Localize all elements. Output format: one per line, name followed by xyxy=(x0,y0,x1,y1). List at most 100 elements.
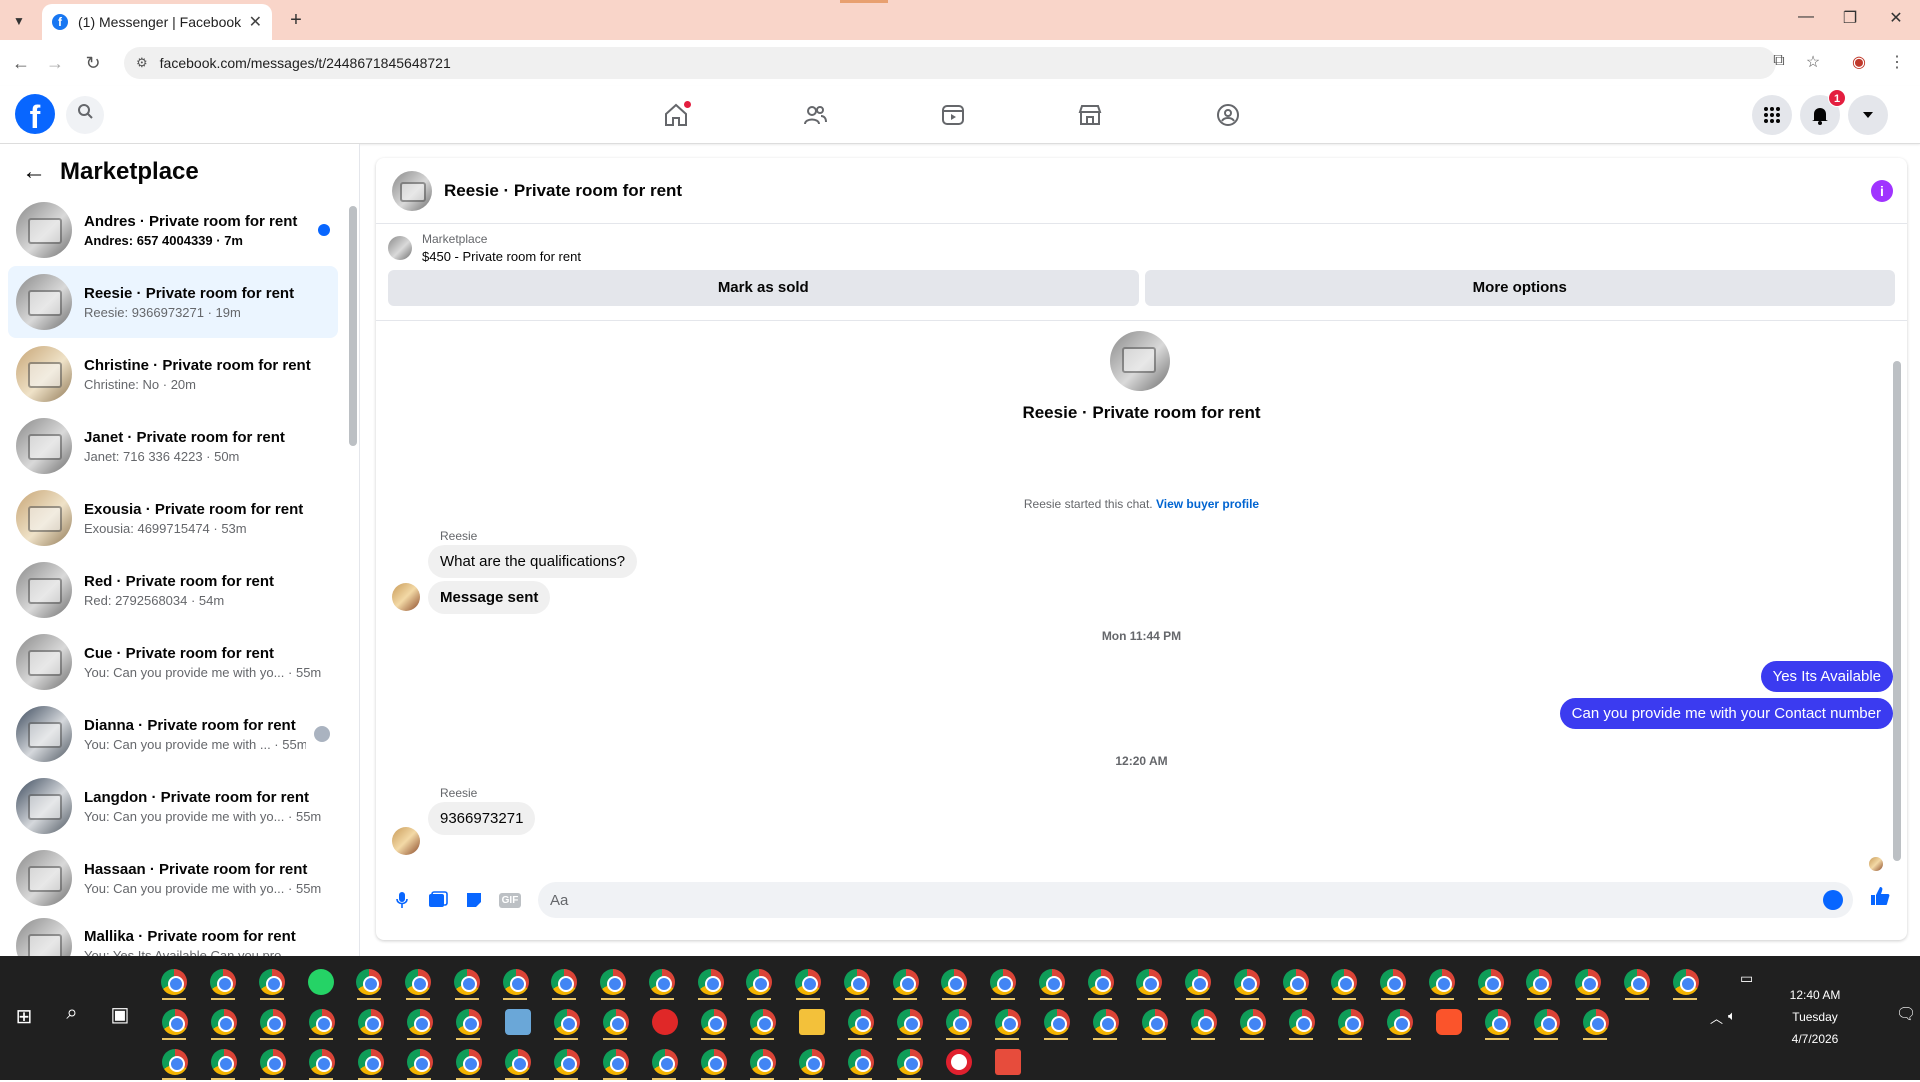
new-tab-button[interactable]: + xyxy=(282,6,310,34)
back-arrow-icon[interactable]: ← xyxy=(22,158,46,186)
view-buyer-profile-link[interactable]: View buyer profile xyxy=(1156,497,1259,511)
chrome-app-icon[interactable] xyxy=(443,962,492,1002)
chrome-app-icon[interactable] xyxy=(833,962,882,1002)
sticker-icon[interactable] xyxy=(460,886,488,914)
chrome-app-icon[interactable] xyxy=(248,962,297,1002)
media-app-icon[interactable] xyxy=(640,1002,689,1042)
install-app-icon[interactable]: ⧉ xyxy=(1768,52,1790,70)
profile-icon[interactable]: ◉ xyxy=(1848,52,1870,72)
conversation-item[interactable]: Hassaan · Private room for rent You: Can … xyxy=(8,842,338,914)
chrome-app-icon[interactable] xyxy=(395,1002,444,1042)
chrome-app-icon[interactable] xyxy=(491,962,540,1002)
facebook-logo[interactable]: f xyxy=(15,94,55,134)
chrome-app-icon[interactable] xyxy=(1032,1002,1081,1042)
close-window-button[interactable]: ✕ xyxy=(1876,8,1916,28)
search-icon[interactable]: ⌕ xyxy=(52,1002,92,1025)
chrome-app-icon[interactable] xyxy=(836,1042,885,1082)
chrome-app-icon[interactable] xyxy=(345,962,394,1002)
clock-time[interactable]: 12:40 AM xyxy=(1740,988,1890,1002)
search-icon[interactable] xyxy=(66,96,104,134)
notification-area-icon[interactable]: ▭ xyxy=(1740,970,1753,987)
outgoing-message[interactable]: Yes Its Available xyxy=(1760,661,1893,692)
tab-search-chevron-icon[interactable]: ▼ xyxy=(8,10,30,32)
chrome-app-icon[interactable] xyxy=(784,962,833,1002)
chrome-app-icon[interactable] xyxy=(1473,1002,1522,1042)
nav-friends[interactable] xyxy=(799,100,831,130)
chrome-app-icon[interactable] xyxy=(346,1042,395,1082)
chrome-app-icon[interactable] xyxy=(1028,962,1077,1002)
chrome-app-icon[interactable] xyxy=(686,962,735,1002)
chrome-app-icon[interactable] xyxy=(1326,1002,1375,1042)
chrome-app-icon[interactable] xyxy=(979,962,1028,1002)
chrome-app-icon[interactable] xyxy=(540,962,589,1002)
chrome-app-icon[interactable] xyxy=(787,1042,836,1082)
chrome-app-icon[interactable] xyxy=(1522,1002,1571,1042)
conversation-item[interactable]: Andres · Private room for rent Andres: 65… xyxy=(8,194,338,266)
chrome-app-icon[interactable] xyxy=(493,1042,542,1082)
action-center-icon[interactable]: 🗨︎ xyxy=(1896,1004,1916,1024)
forward-arrow-icon[interactable]: → xyxy=(44,52,66,74)
chrome-app-icon[interactable] xyxy=(1418,962,1467,1002)
message-input[interactable]: Aa xyxy=(538,882,1853,918)
notifications-button[interactable]: 1 xyxy=(1800,89,1846,135)
thread-scrollbar[interactable] xyxy=(1893,361,1901,861)
task-view-icon[interactable]: ▣ xyxy=(100,1002,140,1027)
chrome-app-icon[interactable] xyxy=(1375,1002,1424,1042)
reload-icon[interactable]: ↻ xyxy=(82,52,104,74)
chrome-app-icon[interactable] xyxy=(1081,1002,1130,1042)
chrome-app-icon[interactable] xyxy=(1076,962,1125,1002)
chevron-up-icon[interactable]: ︿ xyxy=(1710,1008,1723,1027)
chrome-app-icon[interactable] xyxy=(1369,962,1418,1002)
chrome-app-icon[interactable] xyxy=(1515,962,1564,1002)
thumbs-up-icon[interactable] xyxy=(1865,885,1895,915)
chrome-app-icon[interactable] xyxy=(1564,962,1613,1002)
chrome-app-icon[interactable] xyxy=(738,1002,787,1042)
chrome-app-icon[interactable] xyxy=(1571,1002,1620,1042)
volume-icon[interactable]: 🔈︎ xyxy=(1728,1008,1736,1024)
chrome-app-icon[interactable] xyxy=(689,1042,738,1082)
nav-home[interactable] xyxy=(660,100,692,130)
whatsapp-app-icon[interactable] xyxy=(296,962,345,1002)
minimize-window-button[interactable]: — xyxy=(1786,8,1826,26)
windows-start-icon[interactable]: ⊞ xyxy=(4,1004,44,1029)
chrome-app-icon[interactable] xyxy=(394,962,443,1002)
incoming-message[interactable]: What are the qualifications? xyxy=(428,545,638,578)
chrome-app-icon[interactable] xyxy=(542,1042,591,1082)
chrome-app-icon[interactable] xyxy=(1613,962,1662,1002)
chrome-app-icon[interactable] xyxy=(983,1002,1032,1042)
chrome-app-icon[interactable] xyxy=(689,1002,738,1042)
chrome-app-icon[interactable] xyxy=(199,1042,248,1082)
tablet-app-icon[interactable] xyxy=(493,1002,542,1042)
chrome-app-icon[interactable] xyxy=(738,1042,787,1082)
app-icon[interactable] xyxy=(983,1042,1032,1082)
address-bar[interactable]: ⚙ facebook.com/messages/t/24486718456487… xyxy=(124,47,1776,79)
chrome-app-icon[interactable] xyxy=(881,962,930,1002)
chrome-app-icon[interactable] xyxy=(836,1002,885,1042)
conversation-item[interactable]: Reesie · Private room for rent Reesie: 93… xyxy=(8,266,338,338)
chrome-app-icon[interactable] xyxy=(1277,1002,1326,1042)
nav-video[interactable] xyxy=(937,100,969,130)
microphone-icon[interactable] xyxy=(388,886,416,914)
chrome-menu-icon[interactable]: ⋮ xyxy=(1886,52,1908,72)
chrome-app-icon[interactable] xyxy=(1130,1002,1179,1042)
chrome-app-icon[interactable] xyxy=(1179,1002,1228,1042)
conversation-item[interactable]: Langdon · Private room for rent You: Can … xyxy=(8,770,338,842)
chrome-app-icon[interactable] xyxy=(199,962,248,1002)
chrome-app-icon[interactable] xyxy=(150,962,199,1002)
chrome-app-icon[interactable] xyxy=(1271,962,1320,1002)
chrome-app-icon[interactable] xyxy=(638,962,687,1002)
photo-icon[interactable] xyxy=(424,886,452,914)
chrome-app-icon[interactable] xyxy=(1174,962,1223,1002)
chrome-app-icon[interactable] xyxy=(1223,962,1272,1002)
chrome-app-icon[interactable] xyxy=(591,1002,640,1042)
emoji-icon[interactable] xyxy=(1823,890,1843,910)
site-info-icon[interactable]: ⚙ xyxy=(136,55,148,71)
conversation-item[interactable]: Janet · Private room for rent Janet: 716 … xyxy=(8,410,338,482)
chrome-app-icon[interactable] xyxy=(1228,1002,1277,1042)
nav-marketplace[interactable] xyxy=(1074,100,1106,130)
conversation-item[interactable]: Christine · Private room for rent Christi… xyxy=(8,338,338,410)
chrome-app-icon[interactable] xyxy=(934,1002,983,1042)
chrome-app-icon[interactable] xyxy=(1320,962,1369,1002)
menu-grid-button[interactable] xyxy=(1752,95,1792,135)
conversation-item[interactable]: Dianna · Private room for rent You: Can y… xyxy=(8,698,338,770)
